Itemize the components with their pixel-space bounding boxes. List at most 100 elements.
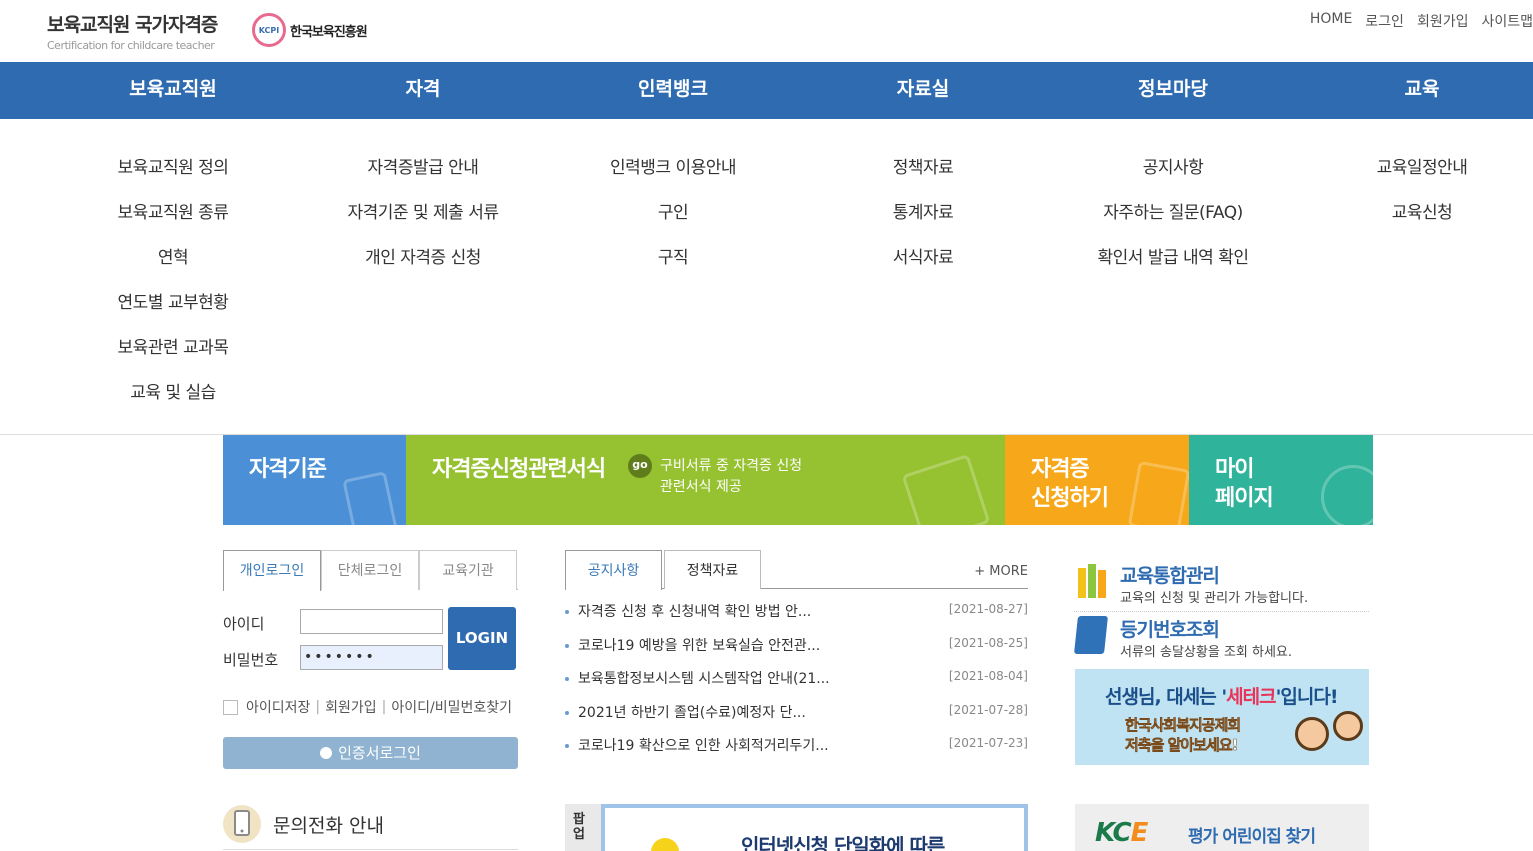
login-options: 아이디저장 | 회원가입 | 아이디/비밀번호찾기 [223, 697, 512, 717]
banner-title: 자격기준 [249, 457, 327, 482]
submenu-library: 정책자료 통계자료 서식자료 [798, 153, 1048, 288]
separator: | [381, 699, 387, 715]
tab-group-login[interactable]: 단체로그인 [321, 550, 419, 590]
util-login-link[interactable]: 로그인 [1365, 11, 1404, 31]
popup-title: 인터넷신청 단일화에 따른 [741, 834, 945, 851]
nav-staff[interactable]: 보육교직원 [48, 62, 298, 119]
inquiry-phone[interactable]: 문의전화 안내 [223, 805, 384, 843]
registered-mail-link[interactable]: 등기번호조회 서류의 송달상황을 조회 하세요. [1074, 612, 1369, 666]
notice-list: 자격증 신청 후 신청내역 확인 방법 안... [2021-08-27] 코로나… [565, 601, 1028, 769]
notice-board: 공지사항 정책자료 + MORE 자격증 신청 후 신청내역 확인 방법 안..… [565, 550, 1028, 754]
submenu-item[interactable]: 통계자료 [798, 198, 1048, 243]
registered-mail-desc: 서류의 송달상황을 조회 하세요. [1120, 645, 1293, 660]
util-join-link[interactable]: 회원가입 [1417, 11, 1469, 31]
submenu-item[interactable]: 공지사항 [1048, 153, 1298, 198]
list-item[interactable]: 2021년 하반기 졸업(수료)예정자 단... [2021-07-28] [565, 702, 1028, 736]
notice-title: 자격증 신청 후 신청내역 확인 방법 안... [578, 604, 812, 620]
list-item[interactable]: 자격증 신청 후 신청내역 확인 방법 안... [2021-08-27] [565, 601, 1028, 635]
submenu-item[interactable]: 구직 [548, 243, 798, 288]
user-icon [1321, 465, 1373, 525]
submenu-item[interactable]: 교육 및 실습 [48, 378, 298, 423]
tab-notice[interactable]: 공지사항 [565, 550, 662, 590]
submenu-staff: 보육교직원 정의 보육교직원 종류 연혁 연도별 교부현황 보육관련 교과목 교… [48, 153, 298, 423]
tab-personal-login[interactable]: 개인로그인 [223, 550, 321, 591]
edu-management-title: 교육통합관리 [1120, 565, 1220, 587]
banner-title-line: 페이지 [1215, 486, 1274, 511]
login-tabs: 개인로그인 단체로그인 교육기관 [223, 550, 518, 591]
list-item[interactable]: 보육통합정보시스템 시스템작업 안내(21... [2021-08-04] [565, 668, 1028, 702]
go-icon: go [628, 454, 652, 478]
submenu-item[interactable]: 확인서 발급 내역 확인 [1048, 243, 1298, 288]
id-label: 아이디 [223, 615, 265, 633]
popup-banner[interactable]: 인터넷신청 단일화에 따른 [601, 804, 1028, 851]
ad-subline: 한국사회복지공제회 저축을 알아보세요! [1125, 715, 1242, 755]
bulb-icon [651, 838, 679, 851]
kce-banner[interactable]: KCE 평가 어린이집 찾기 [1075, 804, 1369, 851]
join-link[interactable]: 회원가입 [325, 697, 377, 717]
submenu-item[interactable]: 정책자료 [798, 153, 1048, 198]
separator: | [315, 699, 321, 715]
login-button[interactable]: LOGIN [448, 607, 516, 670]
bullet-icon [565, 677, 569, 681]
banner-mypage[interactable]: 마이 페이지 [1189, 435, 1373, 525]
submenu-item[interactable]: 보육관련 교과목 [48, 333, 298, 378]
kcpi-mark-icon: KCPI [252, 13, 286, 47]
submenu-item[interactable]: 인력뱅크 이용안내 [548, 153, 798, 198]
nav-talent-bank[interactable]: 인력뱅크 [548, 62, 798, 119]
list-item[interactable]: 코로나19 확산으로 인한 사회적거리두기... [2021-07-23] [565, 735, 1028, 769]
save-id-label[interactable]: 아이디저장 [246, 697, 310, 717]
tab-institution-login[interactable]: 교육기관 [419, 550, 517, 590]
submenu-item[interactable]: 자주하는 질문(FAQ) [1048, 198, 1298, 243]
submenu-item[interactable]: 교육일정안내 [1297, 153, 1533, 198]
tab-policy[interactable]: 정책자료 [664, 550, 761, 589]
submenu-item[interactable]: 교육신청 [1297, 198, 1533, 243]
submenu-item[interactable]: 연도별 교부현황 [48, 288, 298, 333]
nav-qualification[interactable]: 자격 [298, 62, 548, 119]
ad-headline-pre: 선생님, 대세는 ' [1105, 686, 1227, 708]
submenu-info: 공지사항 자주하는 질문(FAQ) 확인서 발급 내역 확인 [1048, 153, 1298, 288]
ad-headline-em: 세테크 [1226, 686, 1276, 708]
submenu-item[interactable]: 보육교직원 정의 [48, 153, 298, 198]
submenu-item[interactable]: 서식자료 [798, 243, 1048, 288]
main-nav: 보육교직원 자격 인력뱅크 자료실 정보마당 교육 [0, 62, 1533, 119]
banner-desc-line: 관련서식 제공 [660, 479, 742, 495]
list-item[interactable]: 코로나19 예방을 위한 보육실습 안전관... [2021-08-25] [565, 635, 1028, 669]
site-logo[interactable]: 보육교직원 국가자격증 Certification for childcare … [47, 10, 218, 52]
savings-ad-banner[interactable]: 선생님, 대세는 '세테크'입니다! 한국사회복지공제회 저축을 알아보세요! [1075, 669, 1369, 765]
inquiry-title: 문의전화 안내 [273, 814, 384, 837]
nav-dropdown: 보육교직원 정의 보육교직원 종류 연혁 연도별 교부현황 보육관련 교과목 교… [0, 119, 1533, 435]
cert-login-button[interactable]: 인증서로그인 [223, 737, 518, 769]
submenu-item[interactable]: 구인 [548, 198, 798, 243]
ad-headline: 선생님, 대세는 '세테크'입니다! [1105, 682, 1339, 709]
banner-qualification-criteria[interactable]: 자격기준 [223, 435, 406, 525]
banner-application-forms[interactable]: 자격증신청관련서식 go 구비서류 중 자격증 신청 관련서식 제공 [406, 435, 1005, 525]
id-card-icon [342, 471, 398, 525]
kcpi-logo[interactable]: KCPI 한국보육진흥원 [252, 13, 368, 47]
save-id-checkbox[interactable] [223, 699, 238, 715]
phone-icon [223, 805, 261, 843]
ad-headline-post: '입니다! [1275, 686, 1339, 708]
quick-banners: 자격기준 자격증신청관련서식 go 구비서류 중 자격증 신청 관련서식 제공 … [223, 435, 1373, 525]
find-account-link[interactable]: 아이디/비밀번호찾기 [391, 697, 512, 717]
user-key-icon [320, 747, 333, 759]
nav-education[interactable]: 교육 [1297, 62, 1533, 119]
submenu-item[interactable]: 보육교직원 종류 [48, 198, 298, 243]
banner-title: 자격증신청관련서식 [432, 457, 606, 482]
submenu-item[interactable]: 자격기준 및 제출 서류 [298, 198, 548, 243]
nav-info[interactable]: 정보마당 [1048, 62, 1298, 119]
paper-icon [1127, 460, 1189, 525]
util-home-link[interactable]: HOME [1310, 11, 1352, 31]
nav-library[interactable]: 자료실 [798, 62, 1048, 119]
submenu-item[interactable]: 자격증발급 안내 [298, 153, 548, 198]
submenu-item[interactable]: 개인 자격증 신청 [298, 243, 548, 288]
id-input[interactable] [300, 609, 443, 634]
banner-apply[interactable]: 자격증 신청하기 [1005, 435, 1189, 525]
edu-management-link[interactable]: 교육통합관리 교육의 신청 및 관리가 가능합니다. [1074, 558, 1369, 612]
submenu-education: 교육일정안내 교육신청 [1297, 153, 1533, 243]
password-input[interactable]: ••••••• [300, 645, 443, 670]
more-link[interactable]: + MORE [974, 564, 1028, 579]
banner-title-line: 자격증 [1031, 457, 1090, 482]
notice-title: 2021년 하반기 졸업(수료)예정자 단... [578, 704, 806, 721]
util-sitemap-link[interactable]: 사이트맵 [1481, 11, 1533, 31]
submenu-item[interactable]: 연혁 [48, 243, 298, 288]
